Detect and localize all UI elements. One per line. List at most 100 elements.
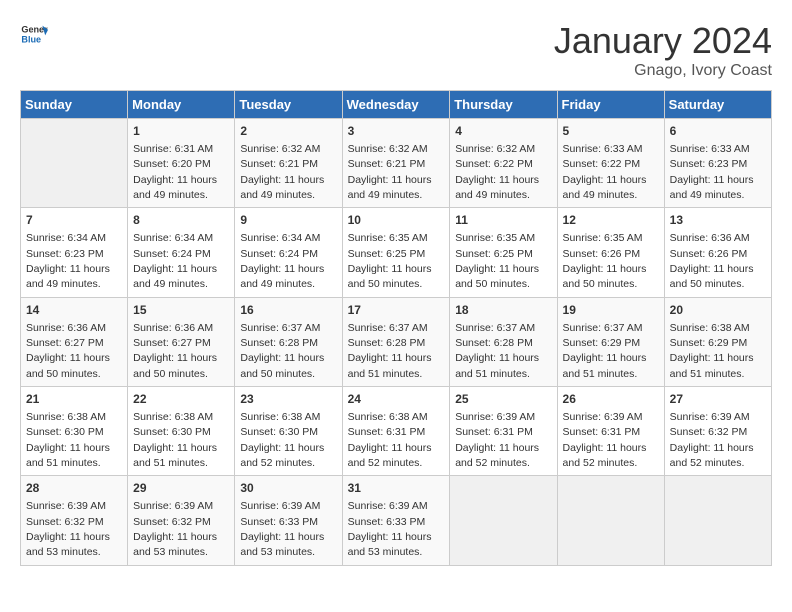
day-number: 30 (240, 480, 336, 497)
day-info: Sunrise: 6:32 AMSunset: 6:21 PMDaylight:… (240, 143, 324, 201)
day-info: Sunrise: 6:35 AMSunset: 6:25 PMDaylight:… (455, 232, 539, 290)
day-number: 28 (26, 480, 122, 497)
day-info: Sunrise: 6:39 AMSunset: 6:33 PMDaylight:… (348, 500, 432, 558)
day-number: 23 (240, 391, 336, 408)
day-number: 27 (670, 391, 766, 408)
weekday-header-cell: Sunday (21, 91, 128, 119)
calendar-day-cell: 24 Sunrise: 6:38 AMSunset: 6:31 PMDaylig… (342, 387, 450, 476)
day-number: 8 (133, 212, 229, 229)
day-number: 26 (563, 391, 659, 408)
day-info: Sunrise: 6:35 AMSunset: 6:25 PMDaylight:… (348, 232, 432, 290)
day-number: 31 (348, 480, 445, 497)
weekday-header-cell: Thursday (450, 91, 557, 119)
calendar-day-cell: 14 Sunrise: 6:36 AMSunset: 6:27 PMDaylig… (21, 297, 128, 386)
calendar-day-cell: 22 Sunrise: 6:38 AMSunset: 6:30 PMDaylig… (128, 387, 235, 476)
day-number: 20 (670, 302, 766, 319)
calendar-day-cell: 9 Sunrise: 6:34 AMSunset: 6:24 PMDayligh… (235, 208, 342, 297)
day-number: 6 (670, 123, 766, 140)
day-number: 15 (133, 302, 229, 319)
calendar-week-row: 7 Sunrise: 6:34 AMSunset: 6:23 PMDayligh… (21, 208, 772, 297)
day-number: 12 (563, 212, 659, 229)
calendar-week-row: 28 Sunrise: 6:39 AMSunset: 6:32 PMDaylig… (21, 476, 772, 565)
calendar-day-cell: 8 Sunrise: 6:34 AMSunset: 6:24 PMDayligh… (128, 208, 235, 297)
calendar-day-cell: 17 Sunrise: 6:37 AMSunset: 6:28 PMDaylig… (342, 297, 450, 386)
day-info: Sunrise: 6:37 AMSunset: 6:29 PMDaylight:… (563, 322, 647, 380)
day-number: 21 (26, 391, 122, 408)
day-info: Sunrise: 6:33 AMSunset: 6:22 PMDaylight:… (563, 143, 647, 201)
calendar-day-cell: 15 Sunrise: 6:36 AMSunset: 6:27 PMDaylig… (128, 297, 235, 386)
logo-icon: General Blue (20, 20, 48, 48)
day-info: Sunrise: 6:39 AMSunset: 6:31 PMDaylight:… (563, 411, 647, 469)
day-info: Sunrise: 6:37 AMSunset: 6:28 PMDaylight:… (240, 322, 324, 380)
calendar-day-cell: 2 Sunrise: 6:32 AMSunset: 6:21 PMDayligh… (235, 119, 342, 208)
day-info: Sunrise: 6:31 AMSunset: 6:20 PMDaylight:… (133, 143, 217, 201)
day-info: Sunrise: 6:38 AMSunset: 6:31 PMDaylight:… (348, 411, 432, 469)
weekday-header-cell: Tuesday (235, 91, 342, 119)
weekday-header-cell: Monday (128, 91, 235, 119)
day-number: 13 (670, 212, 766, 229)
calendar-day-cell: 26 Sunrise: 6:39 AMSunset: 6:31 PMDaylig… (557, 387, 664, 476)
calendar-day-cell: 1 Sunrise: 6:31 AMSunset: 6:20 PMDayligh… (128, 119, 235, 208)
calendar-table: SundayMondayTuesdayWednesdayThursdayFrid… (20, 90, 772, 566)
day-info: Sunrise: 6:37 AMSunset: 6:28 PMDaylight:… (455, 322, 539, 380)
calendar-day-cell: 11 Sunrise: 6:35 AMSunset: 6:25 PMDaylig… (450, 208, 557, 297)
title-block: January 2024 Gnago, Ivory Coast (554, 20, 772, 80)
day-number: 22 (133, 391, 229, 408)
day-number: 2 (240, 123, 336, 140)
day-info: Sunrise: 6:39 AMSunset: 6:31 PMDaylight:… (455, 411, 539, 469)
logo: General Blue (20, 20, 48, 48)
weekday-header-row: SundayMondayTuesdayWednesdayThursdayFrid… (21, 91, 772, 119)
calendar-day-cell: 25 Sunrise: 6:39 AMSunset: 6:31 PMDaylig… (450, 387, 557, 476)
svg-text:Blue: Blue (21, 34, 41, 44)
day-number: 18 (455, 302, 551, 319)
day-number: 10 (348, 212, 445, 229)
day-info: Sunrise: 6:37 AMSunset: 6:28 PMDaylight:… (348, 322, 432, 380)
day-number: 11 (455, 212, 551, 229)
calendar-day-cell (557, 476, 664, 565)
calendar-day-cell: 27 Sunrise: 6:39 AMSunset: 6:32 PMDaylig… (664, 387, 771, 476)
day-info: Sunrise: 6:34 AMSunset: 6:23 PMDaylight:… (26, 232, 110, 290)
day-number: 3 (348, 123, 445, 140)
day-info: Sunrise: 6:38 AMSunset: 6:29 PMDaylight:… (670, 322, 754, 380)
calendar-day-cell: 19 Sunrise: 6:37 AMSunset: 6:29 PMDaylig… (557, 297, 664, 386)
calendar-day-cell (21, 119, 128, 208)
day-info: Sunrise: 6:39 AMSunset: 6:32 PMDaylight:… (133, 500, 217, 558)
day-info: Sunrise: 6:36 AMSunset: 6:26 PMDaylight:… (670, 232, 754, 290)
calendar-week-row: 21 Sunrise: 6:38 AMSunset: 6:30 PMDaylig… (21, 387, 772, 476)
calendar-day-cell (664, 476, 771, 565)
day-number: 4 (455, 123, 551, 140)
month-year-title: January 2024 (554, 20, 772, 62)
calendar-day-cell: 21 Sunrise: 6:38 AMSunset: 6:30 PMDaylig… (21, 387, 128, 476)
calendar-day-cell: 31 Sunrise: 6:39 AMSunset: 6:33 PMDaylig… (342, 476, 450, 565)
calendar-day-cell: 6 Sunrise: 6:33 AMSunset: 6:23 PMDayligh… (664, 119, 771, 208)
calendar-day-cell: 20 Sunrise: 6:38 AMSunset: 6:29 PMDaylig… (664, 297, 771, 386)
calendar-week-row: 14 Sunrise: 6:36 AMSunset: 6:27 PMDaylig… (21, 297, 772, 386)
calendar-week-row: 1 Sunrise: 6:31 AMSunset: 6:20 PMDayligh… (21, 119, 772, 208)
day-info: Sunrise: 6:34 AMSunset: 6:24 PMDaylight:… (133, 232, 217, 290)
location-subtitle: Gnago, Ivory Coast (554, 62, 772, 80)
day-number: 5 (563, 123, 659, 140)
day-number: 14 (26, 302, 122, 319)
day-info: Sunrise: 6:39 AMSunset: 6:33 PMDaylight:… (240, 500, 324, 558)
day-info: Sunrise: 6:38 AMSunset: 6:30 PMDaylight:… (133, 411, 217, 469)
calendar-day-cell: 4 Sunrise: 6:32 AMSunset: 6:22 PMDayligh… (450, 119, 557, 208)
day-info: Sunrise: 6:36 AMSunset: 6:27 PMDaylight:… (133, 322, 217, 380)
calendar-day-cell: 3 Sunrise: 6:32 AMSunset: 6:21 PMDayligh… (342, 119, 450, 208)
calendar-day-cell: 13 Sunrise: 6:36 AMSunset: 6:26 PMDaylig… (664, 208, 771, 297)
day-info: Sunrise: 6:39 AMSunset: 6:32 PMDaylight:… (670, 411, 754, 469)
day-info: Sunrise: 6:36 AMSunset: 6:27 PMDaylight:… (26, 322, 110, 380)
calendar-day-cell: 23 Sunrise: 6:38 AMSunset: 6:30 PMDaylig… (235, 387, 342, 476)
day-number: 7 (26, 212, 122, 229)
day-info: Sunrise: 6:38 AMSunset: 6:30 PMDaylight:… (26, 411, 110, 469)
day-number: 1 (133, 123, 229, 140)
calendar-day-cell: 12 Sunrise: 6:35 AMSunset: 6:26 PMDaylig… (557, 208, 664, 297)
day-info: Sunrise: 6:32 AMSunset: 6:22 PMDaylight:… (455, 143, 539, 201)
calendar-day-cell: 29 Sunrise: 6:39 AMSunset: 6:32 PMDaylig… (128, 476, 235, 565)
calendar-day-cell: 5 Sunrise: 6:33 AMSunset: 6:22 PMDayligh… (557, 119, 664, 208)
day-info: Sunrise: 6:39 AMSunset: 6:32 PMDaylight:… (26, 500, 110, 558)
day-number: 19 (563, 302, 659, 319)
calendar-day-cell (450, 476, 557, 565)
calendar-day-cell: 10 Sunrise: 6:35 AMSunset: 6:25 PMDaylig… (342, 208, 450, 297)
calendar-day-cell: 30 Sunrise: 6:39 AMSunset: 6:33 PMDaylig… (235, 476, 342, 565)
page-header: General Blue January 2024 Gnago, Ivory C… (20, 20, 772, 80)
